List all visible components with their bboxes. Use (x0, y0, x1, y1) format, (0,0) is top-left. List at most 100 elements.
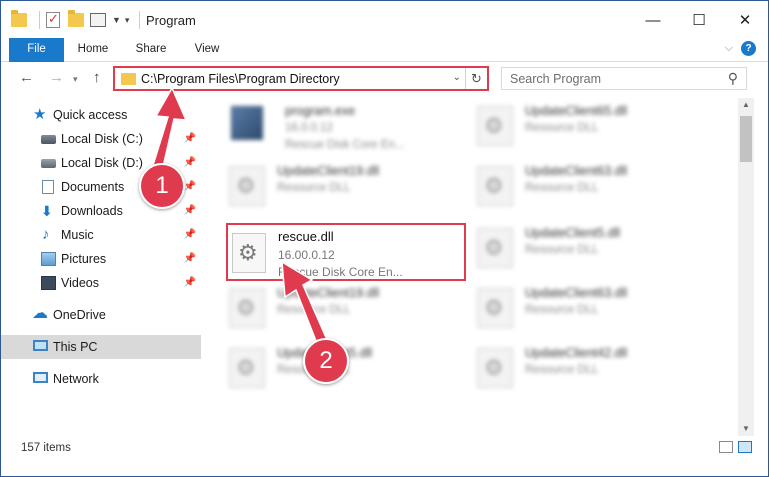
pin-icon[interactable]: 📌 (184, 253, 196, 264)
window-title: Program (146, 13, 196, 28)
file-name: program.exe (285, 104, 356, 118)
minimize-button[interactable]: — (630, 1, 676, 39)
vertical-scrollbar[interactable]: ▲ ▼ (738, 98, 754, 436)
file-name: UpdateClient42.dll (525, 346, 628, 360)
sidebar-item-label: Documents (61, 180, 125, 194)
expand-ribbon-icon[interactable]: ⌵ (725, 42, 733, 55)
file-description: Resource DLL (525, 364, 599, 376)
sidebar-item-label: Pictures (61, 252, 107, 266)
dll-icon (477, 228, 513, 268)
tab-view[interactable]: View (189, 38, 225, 62)
file-name: UpdateClient19.dll (277, 286, 380, 300)
list-item[interactable]: UpdateClient42.dll Resource DLL (477, 344, 717, 404)
list-item[interactable]: UpdateClient5.dll Resource DLL (229, 344, 469, 404)
pin-icon[interactable]: 📌 (184, 181, 196, 192)
properties-check-icon[interactable] (46, 11, 64, 29)
file-description: Resource DLL (277, 304, 351, 316)
list-item[interactable]: UpdateClient63.dll Resource DLL (477, 162, 717, 222)
search-icon[interactable]: ⚲ (728, 70, 738, 87)
file-name: rescue.dll (278, 229, 334, 244)
forward-arrow-icon[interactable]: → (49, 69, 64, 86)
tab-share[interactable]: Share (131, 38, 171, 62)
sidebar-item-label: Music (61, 228, 94, 242)
view-options-icon[interactable] (90, 11, 108, 29)
scroll-down-icon[interactable]: ▼ (738, 422, 754, 436)
dll-icon (229, 348, 265, 388)
up-arrow-icon[interactable]: ↑ (93, 69, 101, 86)
file-description: Rescue Disk Core En... (278, 265, 403, 279)
tab-file[interactable]: File (9, 38, 64, 62)
scroll-up-icon[interactable]: ▲ (738, 98, 754, 112)
list-item[interactable]: UpdateClient65.dll Resource DLL (477, 102, 717, 162)
maximize-button[interactable]: ☐ (676, 1, 722, 39)
dll-icon (477, 348, 513, 388)
list-item[interactable]: UpdateClient19.dll Resource DLL (229, 162, 469, 222)
search-placeholder: Search Program (510, 72, 602, 86)
help-icon[interactable]: ? (741, 41, 756, 56)
sidebar-item-pictures[interactable]: Pictures 📌 (1, 247, 201, 271)
pin-icon[interactable]: 📌 (184, 229, 196, 240)
documents-icon (42, 180, 54, 194)
sidebar-item-this-pc[interactable]: This PC (1, 335, 201, 359)
sidebar-item-label: Local Disk (C:) (61, 132, 143, 146)
rescue-dll-file[interactable]: rescue.dll 16.00.0.12 Rescue Disk Core E… (226, 223, 466, 281)
file-name: UpdateClient65.dll (525, 104, 628, 118)
file-list: program.exe 16.0.0.12 Rescue Disk Core E… (205, 98, 738, 436)
file-version: 16.00.0.12 (278, 248, 335, 262)
step-2-badge: 2 (303, 338, 349, 384)
new-folder-icon[interactable] (68, 10, 86, 29)
close-button[interactable]: ✕ (722, 1, 768, 39)
toolbar-divider (139, 11, 141, 29)
item-count: 157 items (21, 442, 71, 454)
sidebar-item-videos[interactable]: Videos 📌 (1, 271, 201, 295)
sidebar-item-network[interactable]: Network (1, 367, 201, 391)
address-bar[interactable]: C:\Program Files\Program Directory ⌄ ↻ (113, 66, 489, 91)
dll-icon (232, 233, 266, 273)
quick-access-toolbar: ▼ ▾ (11, 10, 146, 29)
downloads-icon: ⬇ (41, 203, 53, 219)
sidebar-item-label: Local Disk (D:) (61, 156, 143, 170)
sidebar-item-label: Videos (61, 276, 99, 290)
tab-home[interactable]: Home (71, 38, 115, 62)
exe-icon (231, 106, 263, 140)
pictures-icon (41, 252, 56, 266)
sidebar-item-label: OneDrive (53, 308, 106, 322)
scrollbar-thumb[interactable] (740, 116, 752, 162)
toolbar-divider (39, 11, 40, 29)
customize-toolbar-icon[interactable]: ▾ (125, 15, 130, 26)
details-view-icon[interactable] (719, 441, 733, 453)
file-description: Rescue Disk Core En... (285, 139, 405, 151)
music-icon: ♪ (42, 226, 50, 243)
address-path[interactable]: C:\Program Files\Program Directory (141, 72, 340, 86)
recent-locations-icon[interactable]: ▾ (73, 74, 78, 85)
pin-icon[interactable]: 📌 (184, 157, 196, 168)
search-input[interactable]: Search Program ⚲ (501, 67, 747, 90)
list-item[interactable]: UpdateClient63.dll Resource DLL (477, 284, 717, 344)
pin-icon[interactable]: 📌 (184, 205, 196, 216)
sidebar-item-local-disk-c[interactable]: Local Disk (C:) 📌 (1, 127, 201, 151)
refresh-icon[interactable]: ↻ (465, 68, 487, 89)
list-item[interactable]: program.exe 16.0.0.12 Rescue Disk Core E… (231, 102, 471, 162)
sidebar-item-label: Quick access (53, 108, 128, 122)
dll-icon (229, 288, 265, 328)
sidebar-item-music[interactable]: ♪ Music 📌 (1, 223, 201, 247)
videos-icon (41, 276, 56, 290)
tiles-view-icon[interactable] (738, 441, 752, 453)
file-description: Resource DLL (277, 182, 351, 194)
sidebar-item-onedrive[interactable]: ☁ OneDrive (1, 303, 201, 327)
explorer-window: ▼ ▾ Program — ☐ ✕ File Home Share View ⌵… (0, 0, 769, 477)
file-description: Resource DLL (525, 244, 599, 256)
sidebar-item-quick-access[interactable]: ★ Quick access (1, 103, 201, 127)
ribbon-tabs: File Home Share View ⌵ ? (1, 38, 768, 62)
list-item[interactable]: UpdateClient19.dll Resource DLL (229, 284, 469, 344)
pin-icon[interactable]: 📌 (184, 133, 196, 144)
back-arrow-icon[interactable]: ← (19, 69, 34, 86)
file-description: Resource DLL (525, 182, 599, 194)
file-name: UpdateClient5.dll (525, 226, 621, 240)
dll-icon (477, 106, 513, 146)
file-name: UpdateClient19.dll (277, 164, 380, 178)
list-item[interactable]: UpdateClient5.dll Resource DLL (477, 224, 717, 284)
chevron-down-icon[interactable]: ▼ (112, 15, 121, 25)
pin-icon[interactable]: 📌 (184, 277, 196, 288)
chevron-down-icon[interactable]: ⌄ (453, 72, 461, 83)
